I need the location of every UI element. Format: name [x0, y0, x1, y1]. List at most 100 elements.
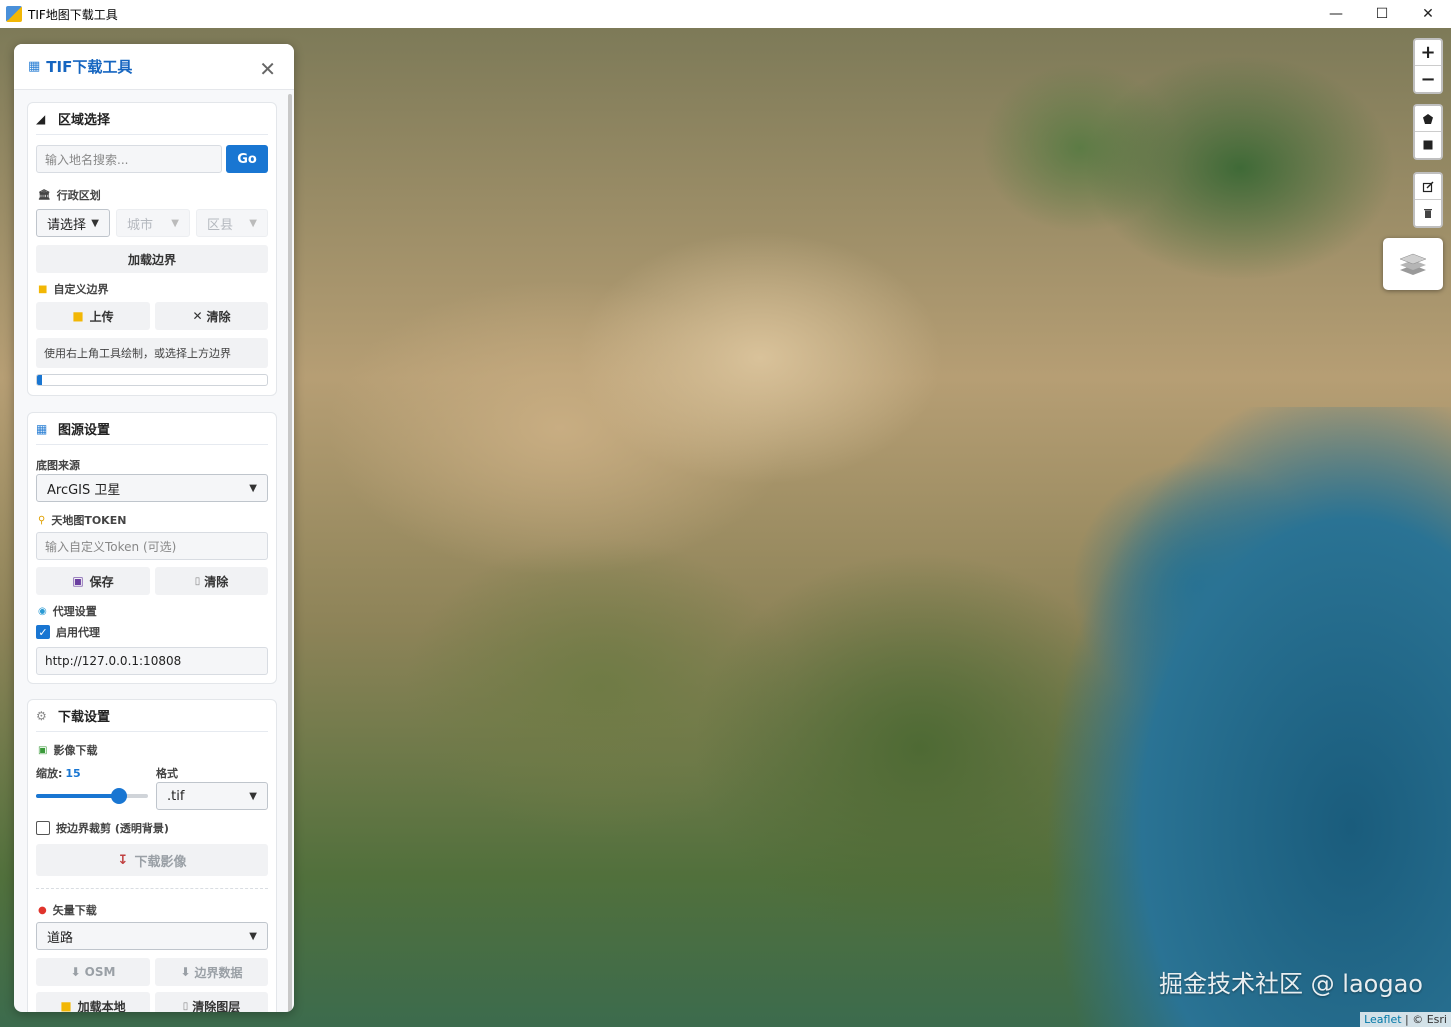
key-icon: ⚲	[38, 514, 46, 526]
token-label: ⚲ 天地图TOKEN	[38, 512, 126, 528]
basemap-label: 底图来源	[36, 459, 80, 472]
token-input[interactable]: 输入自定义Token (可选)	[36, 532, 268, 560]
load-local-label: 加载本地	[77, 999, 126, 1013]
chevron-down-icon: ▼	[249, 790, 257, 802]
close-window-icon[interactable]: ✕	[1405, 0, 1451, 28]
chevron-down-icon: ▼	[249, 930, 257, 942]
draw-polygon-icon[interactable]	[1415, 106, 1441, 132]
minimize-icon[interactable]: —	[1313, 0, 1359, 28]
clip-checkbox[interactable]	[36, 821, 50, 835]
zoom-out-button[interactable]: −	[1415, 66, 1441, 92]
pin-icon: ●	[38, 904, 47, 916]
token-label-text: 天地图TOKEN	[51, 514, 127, 527]
draw-rectangle-icon[interactable]	[1415, 132, 1441, 158]
ruler-icon: ◢	[36, 111, 46, 126]
download-icon: ⬇	[180, 965, 191, 979]
window-title: TIF地图下载工具	[28, 7, 118, 22]
load-local-button[interactable]: ■ 加载本地	[36, 992, 150, 1012]
maximize-icon[interactable]: ☐	[1359, 0, 1405, 28]
vector-type-value: 道路	[47, 930, 74, 946]
search-input[interactable]: 输入地名搜索...	[36, 145, 222, 173]
source-heading-text: 图源设置	[58, 423, 111, 438]
province-select[interactable]: 请选择 ▼	[36, 209, 110, 237]
region-heading: ◢ 区域选择	[36, 103, 268, 135]
format-label: 格式	[156, 767, 178, 780]
city-select-value: 城市	[127, 217, 154, 233]
sea-area	[1031, 407, 1451, 1027]
gear-icon: ⚙	[36, 708, 47, 723]
region-heading-text: 区域选择	[58, 113, 111, 128]
picture-icon: ▣	[38, 744, 48, 756]
custom-boundary-label-text: 自定义边界	[53, 283, 109, 296]
panel-header: ▦ TIF下载工具 ✕	[14, 44, 294, 90]
search-go-button[interactable]: Go	[226, 145, 268, 173]
clip-toggle[interactable]: 按边界裁剪 (透明背景)	[36, 820, 169, 836]
osm-download-button[interactable]: ⬇ OSM	[36, 958, 150, 986]
vector-type-select[interactable]: 道路 ▼	[36, 922, 268, 950]
edit-layers-icon[interactable]	[1415, 174, 1441, 200]
zoom-label: 缩放: 15	[36, 765, 81, 781]
chevron-down-icon: ▼	[91, 217, 99, 229]
upload-button[interactable]: ■ 上传	[36, 302, 150, 330]
clear-layer-button[interactable]: ▯ 清除图层	[155, 992, 268, 1012]
city-select[interactable]: 城市 ▼	[116, 209, 190, 237]
zoom-label-text: 缩放:	[36, 767, 63, 780]
app-icon	[6, 6, 22, 22]
panel-title: TIF下载工具	[46, 58, 133, 76]
edit-control	[1413, 172, 1443, 228]
custom-boundary-label: ■ 自定义边界	[38, 281, 108, 297]
image-download-label-text: 影像下载	[53, 744, 98, 757]
source-section: ▦ 图源设置 底图来源 ArcGIS 卫星 ▼ ⚲ 天地图TOKEN 输入自定义…	[27, 412, 277, 684]
proxy-address-input[interactable]: http://127.0.0.1:10808	[36, 647, 268, 675]
leaflet-link[interactable]: Leaflet	[1364, 1013, 1401, 1026]
load-boundary-button[interactable]: 加载边界	[36, 245, 268, 273]
floppy-icon: ▣	[72, 574, 84, 588]
download-icon: ↧	[117, 852, 129, 868]
layers-icon[interactable]	[1383, 238, 1443, 290]
download-heading-text: 下载设置	[58, 710, 111, 725]
admin-label-text: 行政区划	[56, 189, 101, 202]
draw-control	[1413, 104, 1443, 160]
chevron-down-icon: ▼	[171, 217, 179, 229]
globe-icon: ◉	[38, 605, 47, 617]
upload-button-label: 上传	[89, 309, 114, 324]
building-icon: 🏛	[38, 189, 51, 201]
save-token-button[interactable]: ▣ 保存	[36, 567, 150, 595]
map-book-icon: ▦	[28, 59, 41, 74]
county-select[interactable]: 区县 ▼	[196, 209, 268, 237]
format-select-value: .tif	[167, 788, 185, 804]
download-heading: ⚙ 下载设置	[36, 700, 268, 732]
vector-download-label-text: 矢量下载	[52, 904, 97, 917]
trash-icon: ▯	[182, 1000, 189, 1012]
progress-fill	[37, 375, 42, 385]
region-section: ◢ 区域选择 输入地名搜索... Go 🏛 行政区划 请选择 ▼ 城市 ▼ 区县…	[27, 102, 277, 396]
delete-layers-icon[interactable]	[1415, 200, 1441, 226]
zoom-in-button[interactable]: +	[1415, 40, 1441, 66]
clear-boundary-button[interactable]: ✕ 清除	[155, 302, 268, 330]
panel-scrollbar[interactable]	[288, 94, 292, 1012]
clear-token-button[interactable]: ▯ 清除	[155, 567, 268, 595]
folder-icon: ■	[72, 309, 84, 323]
folder-icon: ■	[60, 999, 72, 1012]
admin-label: 🏛 行政区划	[38, 187, 101, 203]
boundary-data-button[interactable]: ⬇ 边界数据	[155, 958, 268, 986]
download-image-button[interactable]: ↧ 下载影像	[36, 844, 268, 876]
basemap-select[interactable]: ArcGIS 卫星 ▼	[36, 474, 268, 502]
slider-knob[interactable]	[110, 788, 127, 804]
zoom-slider[interactable]	[36, 788, 148, 804]
image-download-label: ▣ 影像下载	[38, 742, 97, 758]
proxy-checkbox[interactable]: ✓	[36, 625, 50, 639]
clear-boundary-label: 清除	[206, 309, 231, 324]
format-select[interactable]: .tif ▼	[156, 782, 268, 810]
save-token-label: 保存	[89, 574, 114, 589]
attribution-text: | © Esri	[1405, 1013, 1447, 1026]
progress-bar	[36, 374, 268, 386]
boundary-data-label: 边界数据	[194, 965, 243, 980]
proxy-toggle[interactable]: ✓ 启用代理	[36, 624, 100, 640]
download-image-label: 下载影像	[134, 854, 187, 870]
proxy-enabled-label: 启用代理	[56, 626, 100, 639]
map-book-icon: ▦	[36, 421, 48, 436]
zoom-value: 15	[65, 766, 81, 780]
close-panel-icon[interactable]: ✕	[259, 57, 276, 81]
chevron-down-icon: ▼	[249, 482, 257, 494]
